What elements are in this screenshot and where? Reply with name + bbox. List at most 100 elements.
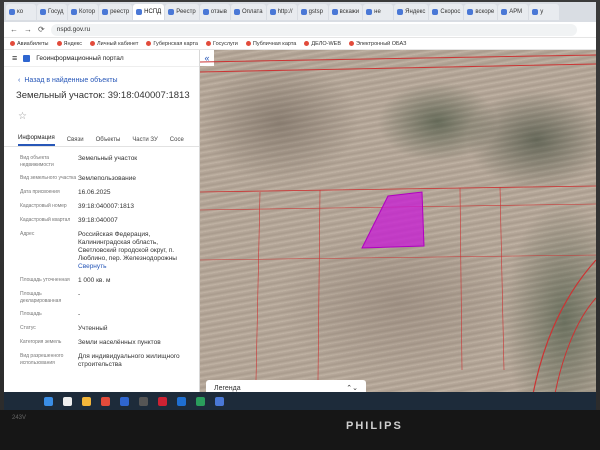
browser-tab[interactable]: Скорос — [429, 4, 464, 20]
tab-label: gstsp — [308, 9, 323, 15]
boundary-line — [499, 186, 505, 371]
chrome-icon[interactable] — [101, 396, 110, 406]
browser-tab[interactable]: не — [363, 4, 394, 20]
attribute-key: Вид объекта недвижимости — [20, 155, 54, 168]
bookmark-item[interactable]: Губернская карта — [146, 41, 198, 47]
attribute-value-text: Земли населённых пунктов — [78, 339, 161, 346]
map-view[interactable]: « Легенда ⌃⌄ — [200, 50, 596, 410]
object-title: Земельный участок: 39:18:040007:1813 — [16, 90, 190, 101]
bookmark-label: Публичная карта — [252, 40, 297, 47]
app-icon[interactable] — [139, 396, 148, 406]
bookmark-item[interactable]: Электронный ОБАЗ — [348, 40, 407, 47]
tab-favicon-icon — [501, 9, 508, 15]
panel-tab[interactable]: Объекты — [96, 137, 121, 146]
favorite-star-icon[interactable]: ☆ — [18, 111, 199, 122]
menu-icon[interactable]: ≡ — [12, 53, 17, 63]
bookmark-label: ДЕЛО-WEB — [311, 40, 341, 47]
browser-tab[interactable]: вскажи — [328, 4, 363, 20]
browser-tab[interactable]: gstsp — [297, 4, 328, 20]
panel-tab[interactable]: Части ЗУ — [132, 137, 157, 146]
bookmark-icon — [348, 41, 354, 46]
collapse-address-link[interactable]: Свернуть — [78, 263, 190, 271]
bookmark-item[interactable]: Яндекс — [56, 40, 83, 47]
browser-tab[interactable]: АРМ — [498, 4, 529, 20]
browser-tab-strip: ко Госуд Котор реестр НСПД Реестр отзыв Оплата h… — [4, 2, 596, 22]
boundary-line — [459, 187, 463, 371]
bookmark-label: Яндекс — [63, 40, 83, 47]
acrobat-icon[interactable] — [158, 396, 167, 406]
edge-icon[interactable] — [120, 396, 129, 406]
tab-label: реестр — [110, 9, 130, 15]
excel-icon[interactable] — [196, 396, 205, 406]
browser-tab[interactable]: ко — [6, 4, 36, 20]
tab-favicon-icon — [269, 9, 276, 15]
boundary-line — [200, 63, 596, 73]
chevron-left-icon: ‹ — [18, 77, 21, 84]
browser-icon[interactable] — [215, 396, 224, 406]
bookmark-label: Губернская карта — [153, 40, 198, 47]
portal-title: Геоинформационный портал — [36, 54, 124, 62]
info-panel: ≡ Геоинформационный портал ‹ Назад в най… — [4, 50, 200, 410]
attribute-key: Категория земель — [20, 339, 62, 345]
browser-tab[interactable]: Реестр — [165, 4, 199, 20]
attribute-value-text: Для индивидуального жилищного строительс… — [78, 353, 180, 368]
attribute-value: - — [78, 291, 190, 305]
attribute-value-text: 39:18:040007:1813 — [78, 203, 135, 210]
explorer-icon[interactable] — [82, 396, 91, 406]
attribute-value-text: Землепользование — [78, 175, 136, 182]
tab-label: Оплата — [241, 9, 263, 15]
bookmark-item[interactable]: Личный кабинет — [90, 41, 138, 47]
back-to-results-link[interactable]: ‹ Назад в найденные объекты — [18, 77, 199, 84]
panel-tab[interactable]: Информация — [18, 135, 55, 146]
boundary-line — [317, 189, 321, 381]
attribute-key: Кадастровый квартал — [20, 217, 71, 223]
tab-label: НСПД — [144, 9, 162, 15]
bookmark-icon — [304, 41, 310, 46]
browser-tab[interactable]: Госуд — [37, 4, 67, 20]
attribute-value: - — [78, 311, 190, 319]
bookmark-icon — [90, 41, 96, 46]
attribute-row: Вид разрешенного использования Для индиви… — [20, 353, 199, 369]
forward-arrow-icon[interactable]: → — [24, 25, 32, 34]
attribute-row: Площадь уточненная 1 000 кв. м — [20, 277, 199, 285]
browser-tab[interactable]: у — [529, 4, 560, 20]
panel-tab[interactable]: Связи — [67, 137, 84, 146]
panel-header: ≡ Геоинформационный портал — [4, 50, 199, 67]
tab-favicon-icon — [366, 9, 373, 15]
tab-favicon-icon — [9, 9, 15, 15]
start-icon[interactable] — [44, 396, 53, 406]
search-icon[interactable] — [63, 396, 72, 406]
browser-tab[interactable]: Котор — [68, 4, 99, 20]
boundary-line — [200, 185, 596, 193]
chevron-updown-icon: ⌃⌄ — [346, 385, 358, 392]
browser-tab[interactable]: вскоре — [464, 4, 498, 20]
attribute-row: Вид земельного участка Землепользование — [20, 175, 199, 183]
browser-tab[interactable]: Яндекс — [394, 4, 429, 20]
bookmark-item[interactable]: Публичная карта — [245, 40, 297, 47]
tab-favicon-icon — [331, 9, 338, 15]
attribute-value: Российская Федерация, Калининградская об… — [78, 231, 190, 271]
panel-tab[interactable]: Сосе — [170, 137, 184, 146]
boundary-line — [200, 254, 596, 261]
attribute-value: Земли населённых пунктов — [78, 339, 190, 347]
bookmark-icon — [146, 41, 152, 46]
attribute-key: Площадь декларированная — [20, 291, 62, 304]
selected-parcel[interactable] — [361, 191, 425, 249]
bookmark-item[interactable]: ДЕЛО-WEB — [304, 41, 341, 47]
word-icon[interactable] — [177, 396, 186, 406]
back-arrow-icon[interactable]: ← — [10, 25, 18, 34]
url-field[interactable]: nspd.gov.ru — [50, 23, 577, 36]
reload-icon[interactable]: ⟳ — [38, 25, 45, 34]
panel-tabs: Информация Связи Объекты Части ЗУ Сосе — [4, 132, 199, 147]
bookmark-item[interactable]: Госуслуги — [205, 41, 238, 47]
browser-tab[interactable]: реестр — [99, 4, 133, 20]
bookmark-label: Электронный ОБАЗ — [355, 40, 407, 47]
browser-tab[interactable]: Оплата — [230, 4, 266, 20]
browser-tab[interactable]: НСПД — [133, 4, 165, 20]
browser-tab[interactable]: отзыв — [199, 4, 230, 20]
tab-label: вскоре — [475, 9, 495, 15]
bookmark-item[interactable]: Авиабилеты — [10, 41, 49, 47]
tab-favicon-icon — [532, 9, 539, 15]
boundary-line — [529, 259, 596, 410]
browser-tab[interactable]: http:// — [266, 4, 297, 20]
